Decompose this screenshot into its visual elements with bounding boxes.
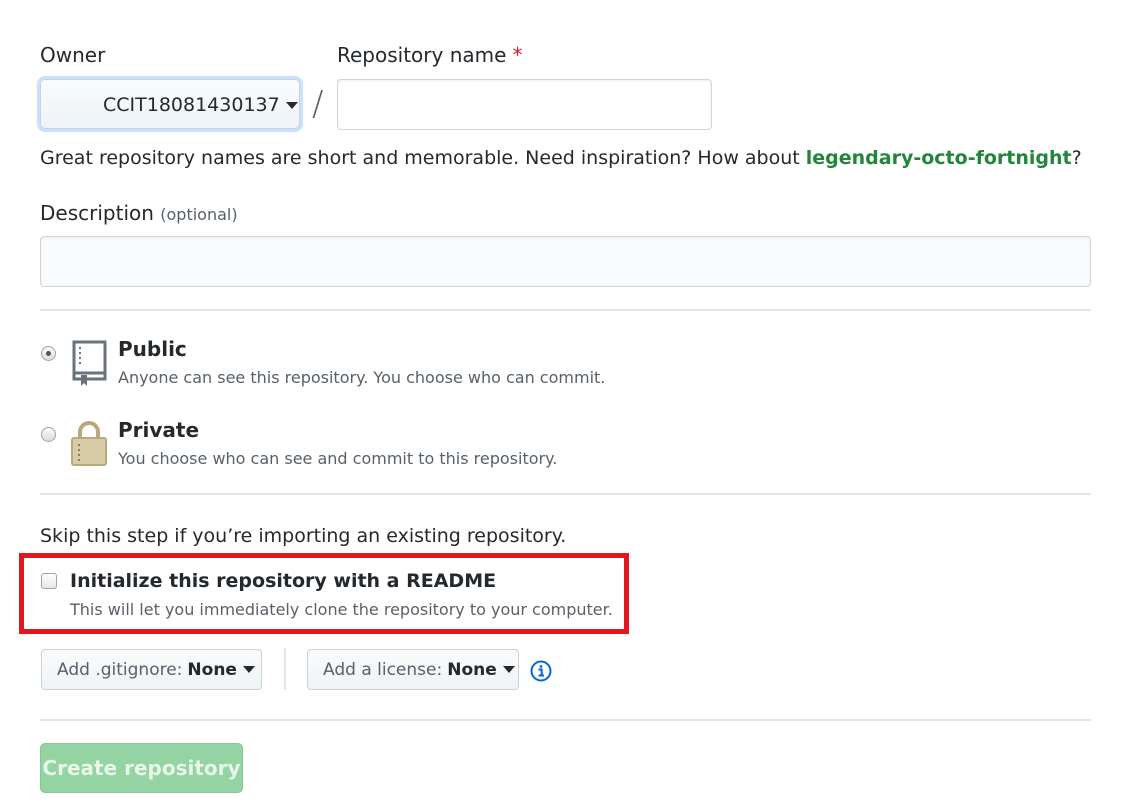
repo-name-label: Repository name * (337, 43, 523, 67)
chevron-down-icon (502, 666, 515, 673)
chevron-down-icon (242, 666, 255, 673)
repo-name-input[interactable] (337, 79, 712, 130)
optional-tag: (optional) (160, 205, 238, 224)
divider (40, 719, 1091, 721)
gitignore-select[interactable]: Add .gitignore: None (41, 649, 262, 690)
private-title: Private (118, 418, 200, 442)
private-desc: You choose who can see and commit to thi… (118, 449, 558, 468)
gitignore-prefix: Add .gitignore: (57, 659, 183, 680)
skip-step-text: Skip this step if you’re importing an ex… (40, 525, 567, 547)
owner-repo-separator: / (312, 84, 324, 124)
create-repository-button[interactable]: Create repository (40, 743, 243, 793)
chevron-down-icon (285, 102, 298, 109)
public-desc: Anyone can see this repository. You choo… (118, 368, 606, 387)
select-separator (284, 648, 286, 690)
private-radio[interactable] (41, 427, 56, 442)
description-input[interactable] (40, 236, 1091, 287)
required-marker: * (512, 43, 523, 67)
init-readme-desc: This will let you immediately clone the … (70, 600, 613, 619)
description-label: Description (optional) (40, 201, 238, 225)
repo-name-hint: Great repository names are short and mem… (40, 147, 1082, 169)
owner-dropdown[interactable]: CCIT18081430137 (40, 79, 300, 129)
public-title: Public (118, 337, 187, 361)
info-icon[interactable] (530, 660, 552, 682)
init-readme-checkbox[interactable] (41, 573, 57, 589)
readme-highlight-box (19, 553, 629, 634)
license-value: None (447, 659, 497, 680)
divider (40, 309, 1091, 311)
gitignore-value: None (187, 659, 237, 680)
license-select[interactable]: Add a license: None (307, 649, 519, 690)
init-readme-label[interactable]: Initialize this repository with a README (70, 570, 496, 592)
name-suggestion-link[interactable]: legendary-octo-fortnight (806, 147, 1072, 169)
divider (40, 493, 1091, 495)
owner-value: CCIT18081430137 (103, 94, 298, 116)
lock-icon (71, 421, 107, 466)
owner-label: Owner (40, 43, 106, 67)
license-prefix: Add a license: (323, 659, 443, 680)
public-radio[interactable] (41, 346, 56, 361)
repo-book-icon (72, 340, 107, 386)
